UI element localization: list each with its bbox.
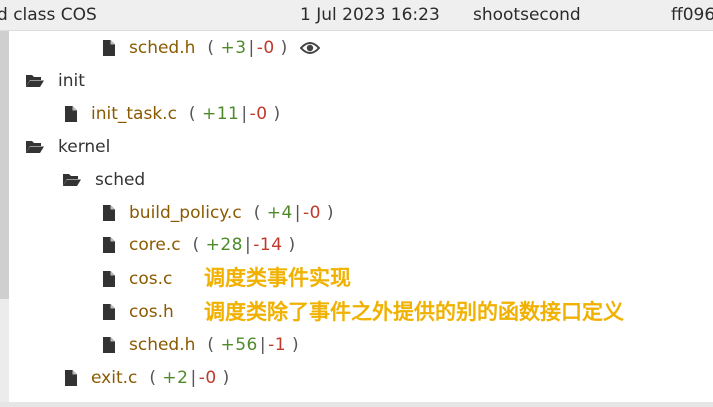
file-link[interactable]: cos.h (129, 302, 174, 322)
file-icon (103, 40, 115, 56)
folder-row-sched[interactable]: sched (63, 166, 145, 194)
folder-row-kernel[interactable]: kernel (26, 133, 110, 161)
scrollbar-track[interactable] (0, 31, 9, 402)
additions-count: +4 (266, 203, 293, 223)
scrollbar-thumb[interactable] (0, 31, 9, 299)
folder-name: sched (95, 170, 146, 190)
annotation-cos-h: 调度类除了事件之外提供的别的函数接口定义 (204, 300, 624, 324)
additions-count: +2 (162, 368, 189, 388)
file-icon (103, 271, 115, 287)
diff-stats: ( +11 | -0 ) (188, 104, 281, 124)
file-row-cos-h[interactable]: cos.h (103, 298, 174, 326)
file-link[interactable]: exit.c (91, 368, 137, 388)
deletions-count: -0 (198, 368, 217, 388)
file-link[interactable]: core.c (129, 235, 181, 255)
annotation-cos-c: 调度类事件实现 (204, 266, 351, 290)
commit-header: d class COS 1 Jul 2023 16:23 shootsecond… (0, 0, 713, 31)
file-icon (103, 237, 115, 253)
folder-name: init (58, 71, 85, 91)
file-icon (65, 106, 77, 122)
commit-author[interactable]: shootsecond (473, 0, 581, 30)
deletions-count: -0 (303, 203, 321, 223)
additions-count: +3 (220, 38, 247, 58)
additions-count: +56 (220, 335, 258, 355)
file-row-sched-h[interactable]: sched.h ( +56 | -1 ) (103, 331, 299, 359)
file-link[interactable]: build_policy.c (129, 203, 242, 223)
diff-stats: ( +2 | -0 ) (149, 368, 230, 388)
folder-row-init[interactable]: init (26, 67, 85, 95)
file-icon (103, 205, 115, 221)
diff-stats: ( +3 | -0 ) (207, 38, 288, 58)
deletions-count: -0 (249, 104, 268, 124)
file-row-build-policy[interactable]: build_policy.c ( +4 | -0 ) (103, 199, 334, 227)
file-row-init-task[interactable]: init_task.c ( +11 | -0 ) (65, 100, 281, 128)
deletions-count: -0 (256, 38, 275, 58)
commit-hash[interactable]: ff096 (671, 0, 713, 30)
eye-icon[interactable] (299, 41, 320, 55)
horizontal-scrollbar[interactable] (0, 402, 713, 407)
commit-subject[interactable]: d class COS (0, 0, 97, 30)
deletions-count: -14 (253, 235, 283, 255)
folder-name: kernel (58, 137, 111, 157)
file-row-sched-h-top[interactable]: sched.h ( +3 | -0 ) (103, 34, 320, 62)
folder-open-icon (26, 140, 44, 154)
file-row-cos-c[interactable]: cos.c (103, 265, 172, 293)
deletions-count: -1 (268, 335, 287, 355)
file-row-exit[interactable]: exit.c ( +2 | -0 ) (65, 364, 230, 392)
commit-date: 1 Jul 2023 16:23 (300, 5, 440, 25)
diff-stats: ( +56 | -1 ) (207, 335, 300, 355)
diff-stats: ( +28 | -14 ) (192, 235, 296, 255)
file-icon (65, 370, 77, 386)
folder-open-icon (63, 173, 81, 187)
diff-stats: ( +4 | -0 ) (253, 203, 335, 223)
file-link[interactable]: cos.c (129, 269, 172, 289)
folder-open-icon (26, 74, 44, 88)
file-link[interactable]: init_task.c (91, 104, 177, 124)
file-link[interactable]: sched.h (129, 335, 195, 355)
additions-count: +28 (205, 235, 244, 255)
file-row-core[interactable]: core.c ( +28 | -14 ) (103, 231, 296, 259)
file-icon (103, 337, 115, 353)
file-icon (103, 304, 115, 320)
file-link[interactable]: sched.h (129, 38, 195, 58)
additions-count: +11 (201, 104, 240, 124)
